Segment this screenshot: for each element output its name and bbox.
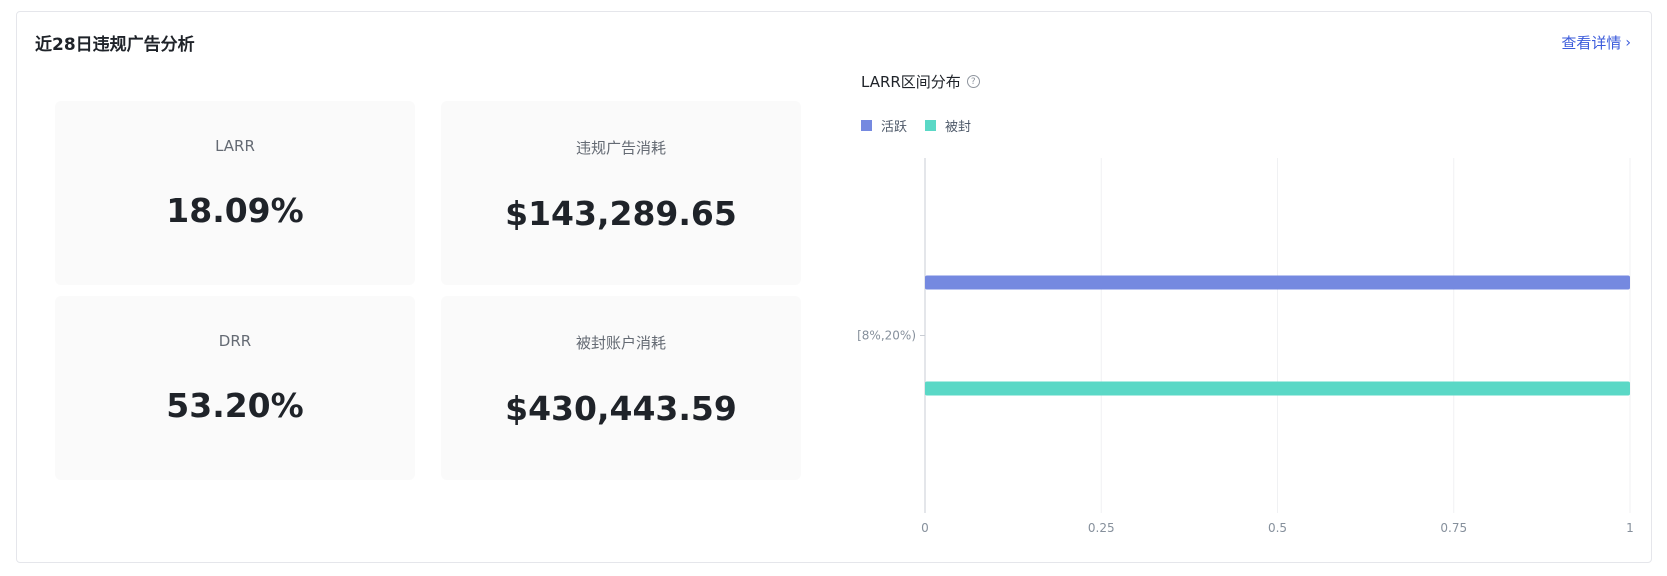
x-tick-label: 0.5 xyxy=(1268,521,1287,535)
y-tick-label: [8%,20%) xyxy=(857,329,916,343)
bar-active xyxy=(925,275,1630,290)
x-tick-label: 1 xyxy=(1626,521,1634,535)
larr-bar-chart: 0 0.25 0.5 0.75 1 [8%,20%) xyxy=(857,158,1634,535)
x-tick-label: 0.25 xyxy=(1088,521,1115,535)
x-tick-label: 0 xyxy=(921,521,929,535)
bar-banned xyxy=(925,381,1630,396)
x-tick-label: 0.75 xyxy=(1440,521,1467,535)
